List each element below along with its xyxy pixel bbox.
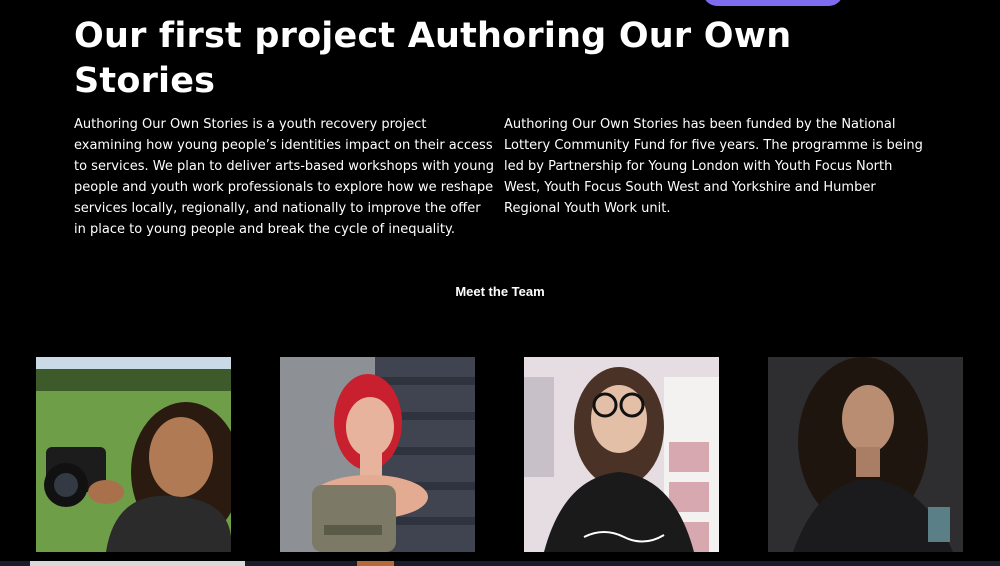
team-member-photo-camera <box>36 357 231 552</box>
nav-button-partial[interactable] <box>703 0 843 6</box>
next-section-card-edge <box>30 561 245 566</box>
page-title: Our first project Authoring Our Own Stor… <box>74 16 792 101</box>
team-member-photo-curly-hair <box>768 357 963 552</box>
intro-paragraph-right: Authoring Our Own Stories has been funde… <box>504 117 923 216</box>
next-section-edge <box>0 561 1000 566</box>
team-member-photo-glasses <box>524 357 719 552</box>
page: Our first project Authoring Our Own Stor… <box>0 0 1000 566</box>
team-member-photo-red-hair <box>280 357 475 552</box>
next-section-image-edge <box>357 561 394 566</box>
intro-paragraph-left: Authoring Our Own Stories is a youth rec… <box>74 117 494 237</box>
meet-the-team-heading: Meet the Team <box>455 284 545 299</box>
